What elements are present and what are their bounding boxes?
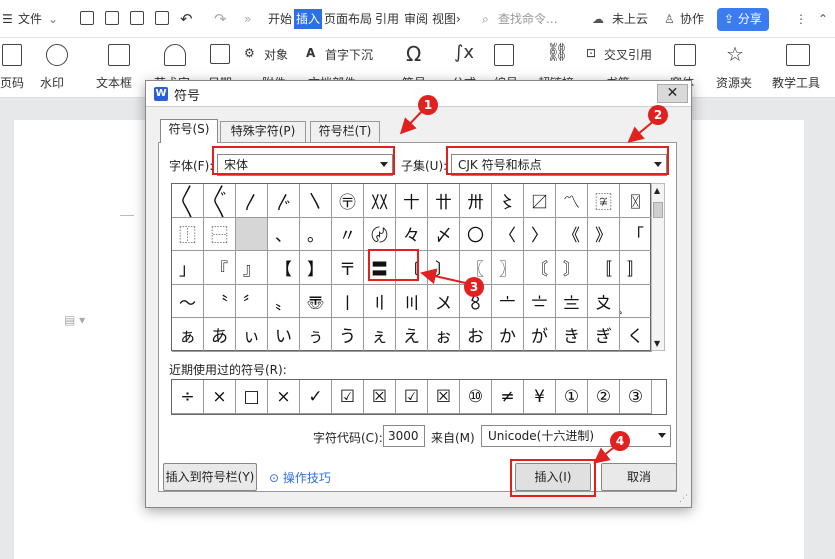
callout-arrows bbox=[399, 108, 656, 464]
callout-badge-3: 3 bbox=[464, 277, 484, 297]
callout-badge-2: 2 bbox=[648, 105, 668, 125]
callout-badge-4: 4 bbox=[610, 431, 630, 451]
arrow-3 bbox=[420, 268, 471, 285]
callout-badge-1: 1 bbox=[418, 95, 438, 115]
